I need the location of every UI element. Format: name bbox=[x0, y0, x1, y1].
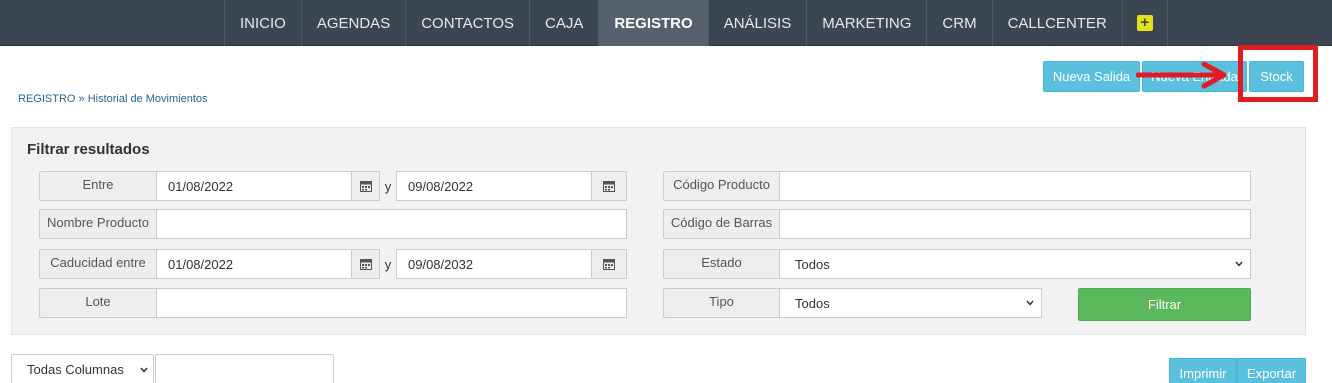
nav-item-contactos[interactable]: CONTACTOS bbox=[405, 0, 529, 46]
caducidad-from-input[interactable]: 01/08/2022 bbox=[156, 249, 352, 279]
codigo-barras-label: Código de Barras bbox=[663, 209, 780, 239]
entre-to-input[interactable]: 09/08/2022 bbox=[396, 171, 592, 201]
breadcrumb-separator: » bbox=[75, 93, 88, 105]
breadcrumb: REGISTRO » Historial de Movimientos bbox=[18, 93, 208, 105]
lote-label: Lote bbox=[39, 288, 157, 318]
chevron-down-icon bbox=[140, 367, 148, 373]
nav-item-registro[interactable]: REGISTRO bbox=[598, 0, 708, 46]
main-nav: INICIO AGENDAS CONTACTOS CAJA REGISTRO A… bbox=[224, 0, 1168, 46]
entre-from-input[interactable]: 01/08/2022 bbox=[156, 171, 352, 201]
chevron-down-icon bbox=[1026, 300, 1034, 306]
codigo-producto-label: Código Producto bbox=[663, 171, 780, 201]
annotation-arrow-icon bbox=[1136, 62, 1227, 89]
breadcrumb-current-link[interactable]: Historial de Movimientos bbox=[88, 93, 208, 105]
plus-icon: + bbox=[1136, 15, 1153, 31]
range-separator: y bbox=[384, 256, 392, 272]
nav-add-button[interactable]: + bbox=[1121, 0, 1168, 46]
top-navbar: INICIO AGENDAS CONTACTOS CAJA REGISTRO A… bbox=[0, 0, 1332, 46]
nav-item-caja[interactable]: CAJA bbox=[529, 0, 598, 46]
caducidad-to-input[interactable]: 09/08/2032 bbox=[396, 249, 592, 279]
nav-item-analisis[interactable]: ANÁLISIS bbox=[707, 0, 807, 46]
codigo-producto-input[interactable] bbox=[779, 171, 1251, 201]
nav-item-inicio[interactable]: INICIO bbox=[224, 0, 301, 46]
nueva-salida-button[interactable]: Nueva Salida bbox=[1043, 61, 1140, 92]
chevron-down-icon bbox=[1235, 261, 1243, 267]
entre-label: Entre bbox=[39, 171, 157, 201]
calendar-icon[interactable] bbox=[591, 249, 627, 279]
tipo-select[interactable]: Todos bbox=[779, 288, 1042, 318]
estado-label: Estado bbox=[663, 249, 780, 279]
codigo-barras-input[interactable] bbox=[779, 209, 1251, 239]
calendar-icon[interactable] bbox=[591, 171, 627, 201]
nombre-producto-label: Nombre Producto bbox=[39, 209, 157, 239]
nombre-producto-input[interactable] bbox=[156, 209, 627, 239]
tipo-select-value: Todos bbox=[795, 295, 830, 311]
nav-item-callcenter[interactable]: CALLCENTER bbox=[991, 0, 1122, 46]
caducidad-label: Caducidad entre bbox=[39, 249, 157, 279]
exportar-button[interactable]: Exportar bbox=[1237, 358, 1306, 383]
nav-item-crm[interactable]: CRM bbox=[926, 0, 991, 46]
imprimir-button[interactable]: Imprimir bbox=[1169, 358, 1237, 383]
filtrar-button[interactable]: Filtrar bbox=[1078, 288, 1251, 321]
tipo-label: Tipo bbox=[663, 288, 780, 318]
lote-input[interactable] bbox=[156, 288, 627, 318]
nav-item-marketing[interactable]: MARKETING bbox=[806, 0, 926, 46]
filter-title: Filtrar resultados bbox=[27, 141, 150, 158]
estado-select-value: Todos bbox=[795, 256, 830, 272]
estado-select[interactable]: Todos bbox=[779, 249, 1251, 279]
nav-item-agendas[interactable]: AGENDAS bbox=[300, 0, 405, 46]
calendar-icon[interactable] bbox=[351, 249, 380, 279]
columns-select-value: Todas Columnas bbox=[27, 361, 124, 377]
table-search-input[interactable] bbox=[155, 354, 334, 383]
range-separator: y bbox=[384, 178, 392, 194]
annotation-highlight-box bbox=[1238, 45, 1318, 102]
calendar-icon[interactable] bbox=[351, 171, 380, 201]
columns-select[interactable]: Todas Columnas bbox=[11, 354, 154, 383]
breadcrumb-registro-link[interactable]: REGISTRO bbox=[18, 93, 75, 105]
